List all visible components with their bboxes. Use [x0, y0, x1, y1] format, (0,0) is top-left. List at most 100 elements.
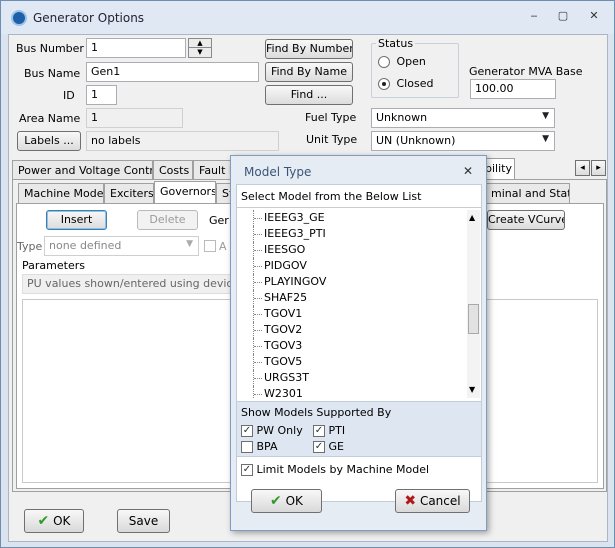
- model-list-item[interactable]: URGS3T: [240, 370, 465, 386]
- dialog-ok-button[interactable]: ✔ OK: [251, 489, 322, 513]
- limit-models-label: Limit Models by Machine Model: [256, 463, 430, 476]
- find-by-name-button[interactable]: Find By Name: [265, 62, 353, 82]
- a-label-partial: A: [219, 240, 227, 253]
- spin-up-icon[interactable]: ▲: [189, 39, 211, 48]
- fuel-type-value: Unknown: [376, 111, 428, 124]
- model-list[interactable]: IEEEG3_GE IEEEG3_PTI IEESGO PIDGOV PLAYI…: [240, 210, 465, 398]
- unit-type-label: Unit Type: [306, 133, 358, 146]
- pw-only-label: PW Only: [256, 424, 303, 437]
- fuel-type-select[interactable]: Unknown ▼: [371, 108, 555, 128]
- tab-costs[interactable]: Costs: [153, 160, 193, 180]
- id-input[interactable]: 1: [86, 85, 117, 105]
- model-list-item[interactable]: TGOV5: [240, 354, 465, 370]
- labels-button[interactable]: Labels ...: [17, 131, 81, 151]
- cancel-x-icon: ✖: [404, 493, 417, 509]
- checkbox-checked-icon[interactable]: ✓: [241, 425, 253, 437]
- maximize-button[interactable]: ▢: [554, 9, 572, 23]
- chevron-down-icon: ▼: [186, 239, 193, 249]
- radio-closed-icon[interactable]: [378, 78, 390, 90]
- dialog-instruction: Select Model from the Below List: [241, 190, 422, 203]
- area-name-field: 1: [86, 108, 183, 128]
- type-value: none defined: [49, 239, 122, 252]
- tab-scroll-right-icon[interactable]: ▸: [591, 160, 606, 176]
- id-label: ID: [63, 89, 75, 102]
- chevron-down-icon: ▼: [542, 134, 549, 144]
- model-list-item[interactable]: TGOV2: [240, 322, 465, 338]
- type-label: Type: [17, 240, 43, 253]
- pti-label: PTI: [328, 424, 346, 437]
- checkbox-checked-icon[interactable]: ✓: [313, 441, 325, 453]
- status-label: Status: [376, 37, 416, 50]
- list-scrollbar[interactable]: ▲ ▼: [467, 210, 480, 398]
- limit-models-checkbox[interactable]: ✓ Limit Models by Machine Model: [241, 463, 429, 476]
- fuel-type-label: Fuel Type: [305, 111, 357, 124]
- scroll-down-icon[interactable]: ▼: [469, 385, 475, 394]
- subtab-exciters[interactable]: Exciters: [104, 183, 154, 203]
- model-list-item[interactable]: IEESGO: [240, 242, 465, 258]
- ok-button[interactable]: ✔ OK: [24, 509, 84, 533]
- status-open-radio[interactable]: Open: [378, 55, 426, 68]
- model-type-dialog: Model Type ✕ Select Model from the Below…: [230, 155, 487, 531]
- find-by-number-button[interactable]: Find By Number: [265, 39, 353, 59]
- pw-only-checkbox[interactable]: ✓ PW Only: [241, 424, 303, 437]
- bpa-checkbox[interactable]: BPA: [241, 440, 278, 453]
- pu-note: PU values shown/entered using device ba: [22, 274, 252, 294]
- tab-scroll-left-icon[interactable]: ◂: [575, 160, 590, 176]
- labels-field: no labels: [86, 131, 279, 151]
- checkbox-unchecked-icon[interactable]: [241, 441, 253, 453]
- gen-label-partial: Ger: [209, 214, 229, 227]
- bus-number-input[interactable]: 1: [86, 38, 186, 58]
- tab-power-voltage-control[interactable]: Power and Voltage Control: [12, 160, 153, 180]
- pti-checkbox[interactable]: ✓ PTI: [313, 424, 345, 437]
- bus-name-input[interactable]: Gen1: [86, 62, 259, 82]
- save-button[interactable]: Save: [117, 509, 170, 533]
- bpa-label: BPA: [256, 440, 278, 453]
- dialog-cancel-label: Cancel: [419, 494, 461, 508]
- generator-options-window: Generator Options ‒ ▢ ✕ Bus Number 1 ▲ ▼…: [0, 0, 615, 548]
- parameters-label: Parameters: [22, 259, 85, 272]
- checkbox-checked-icon[interactable]: ✓: [241, 464, 253, 476]
- dialog-cancel-button[interactable]: ✖ Cancel: [395, 489, 470, 513]
- status-closed-radio[interactable]: Closed: [378, 77, 433, 90]
- scrollbar-thumb[interactable]: [468, 304, 479, 334]
- subtab-governors[interactable]: Governors: [154, 181, 216, 203]
- show-models-group: Show Models Supported By ✓ PW Only ✓ PTI…: [237, 401, 481, 457]
- close-button[interactable]: ✕: [585, 9, 603, 23]
- bus-name-label: Bus Name: [24, 67, 81, 80]
- dialog-content: Select Model from the Below List IEEEG3_…: [236, 184, 482, 502]
- subtab-terminal-and-state[interactable]: minal and State: [485, 183, 570, 203]
- chevron-down-icon: ▼: [542, 111, 549, 121]
- model-list-item[interactable]: PIDGOV: [240, 258, 465, 274]
- bus-number-label: Bus Number: [16, 42, 84, 55]
- model-list-item[interactable]: IEEEG3_PTI: [240, 226, 465, 242]
- model-list-item[interactable]: PLAYINGOV: [240, 274, 465, 290]
- model-list-item[interactable]: TGOV3: [240, 338, 465, 354]
- dialog-title: Model Type: [244, 165, 312, 179]
- unit-type-value: UN (Unknown): [376, 134, 456, 147]
- model-list-item[interactable]: SHAF25: [240, 290, 465, 306]
- mva-base-input[interactable]: 100.00: [470, 79, 556, 99]
- bus-number-spinner[interactable]: ▲ ▼: [188, 38, 212, 58]
- dialog-close-icon[interactable]: ✕: [463, 164, 473, 178]
- minimize-button[interactable]: ‒: [525, 9, 543, 23]
- tab-fault[interactable]: Fault P: [193, 160, 233, 180]
- ge-checkbox[interactable]: ✓ GE: [313, 440, 344, 453]
- checkbox-checked-icon[interactable]: ✓: [313, 425, 325, 437]
- model-list-item[interactable]: IEEEG3_GE: [240, 210, 465, 226]
- model-list-item[interactable]: TGOV1: [240, 306, 465, 322]
- title-bar: Generator Options ‒ ▢ ✕: [1, 1, 614, 34]
- find-button[interactable]: Find ...: [265, 85, 353, 105]
- spin-down-icon[interactable]: ▼: [189, 48, 211, 57]
- status-closed-label: Closed: [396, 77, 434, 90]
- unit-type-select[interactable]: UN (Unknown) ▼: [371, 131, 555, 151]
- model-list-item[interactable]: W2301: [240, 386, 465, 398]
- window-title: Generator Options: [33, 11, 145, 25]
- ge-label: GE: [328, 440, 344, 453]
- subtab-machine-models[interactable]: Machine Models: [18, 183, 104, 203]
- ok-label: OK: [53, 514, 71, 528]
- radio-open-icon[interactable]: [378, 56, 390, 68]
- create-vcurve-button[interactable]: Create VCurve: [487, 210, 565, 230]
- check-icon: ✔: [37, 513, 50, 529]
- scroll-up-icon[interactable]: ▲: [469, 213, 475, 222]
- insert-button[interactable]: Insert: [46, 210, 107, 230]
